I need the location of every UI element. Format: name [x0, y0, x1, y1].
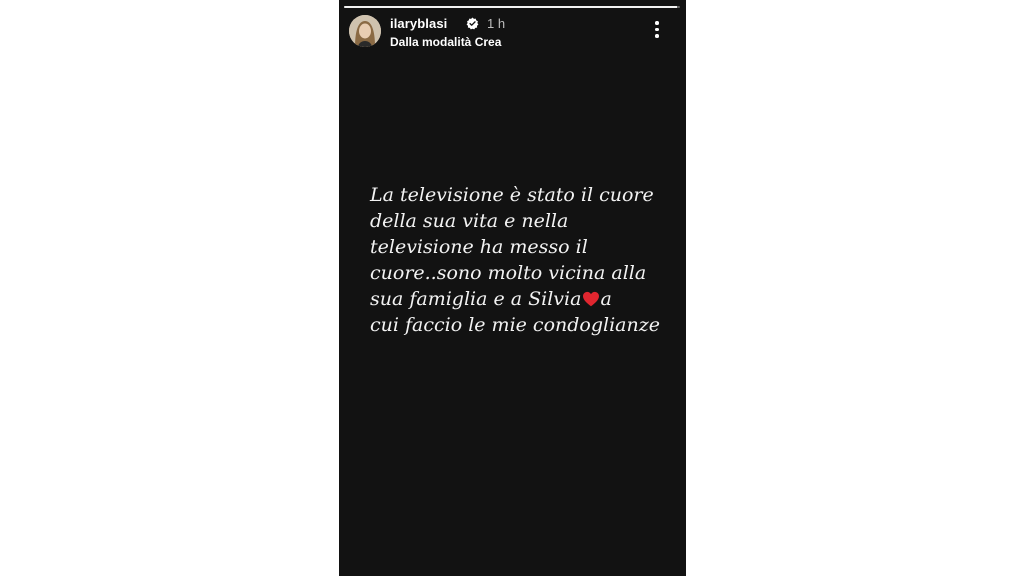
- story-progress-bar: [344, 6, 680, 8]
- story-progress-fill: [344, 6, 677, 8]
- more-options-button[interactable]: [650, 21, 664, 41]
- story-text-line: cui faccio le mie condoglianze: [370, 314, 660, 336]
- story-text-line: televisione ha messo il: [370, 236, 588, 258]
- story-viewer[interactable]: ilaryblasi 1 h Dalla modalità Crea La te…: [339, 0, 686, 576]
- story-text: La televisione è stato il cuore della sua…: [370, 182, 670, 338]
- create-mode-label[interactable]: Dalla modalità Crea: [390, 35, 501, 50]
- story-text-line: La televisione è stato il cuore: [370, 184, 654, 206]
- avatar[interactable]: [349, 15, 381, 47]
- story-text-line: della sua vita e nella: [370, 210, 569, 232]
- more-vertical-icon-dot: [655, 27, 659, 31]
- more-vertical-icon: [655, 21, 659, 25]
- more-vertical-icon-dot: [655, 34, 659, 38]
- page: ilaryblasi 1 h Dalla modalità Crea La te…: [0, 0, 1024, 576]
- story-text-line: sua famiglia e a Silvia a: [370, 288, 612, 310]
- story-header: ilaryblasi 1 h Dalla modalità Crea: [349, 15, 676, 51]
- verified-badge-icon: [466, 17, 479, 30]
- avatar-image: [349, 15, 381, 47]
- story-text-suffix: a: [600, 288, 612, 310]
- post-time: 1 h: [487, 16, 506, 31]
- red-heart-icon: [583, 291, 600, 307]
- username[interactable]: ilaryblasi: [390, 16, 447, 32]
- story-text-line: cuore..sono molto vicina alla: [370, 262, 647, 284]
